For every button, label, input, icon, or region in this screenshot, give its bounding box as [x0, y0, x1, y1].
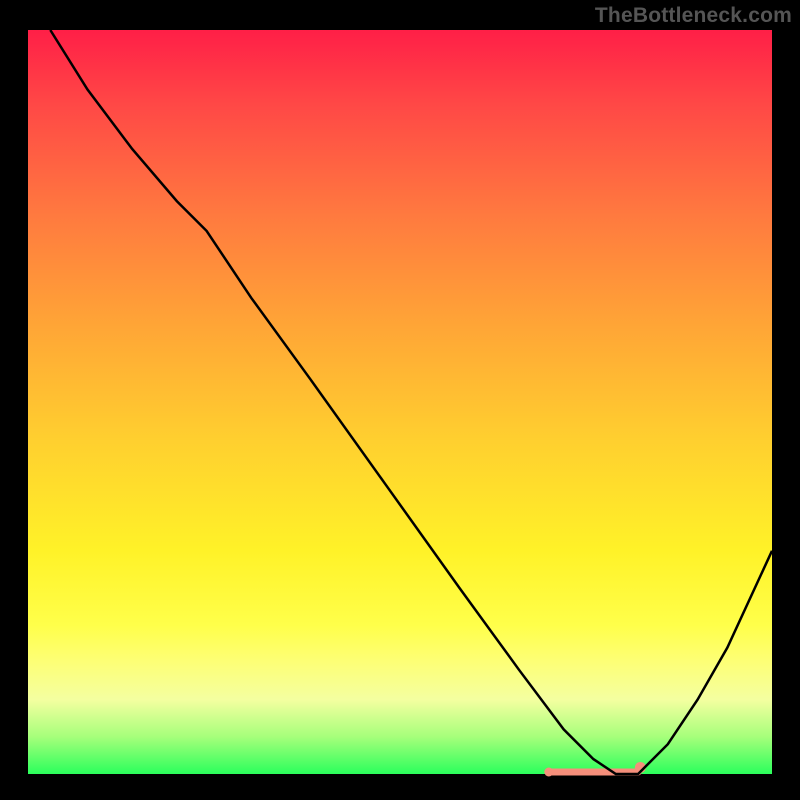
highlight-dot-start — [544, 768, 553, 777]
chart-svg — [0, 0, 800, 800]
bottleneck-curve — [50, 30, 772, 774]
chart-container: TheBottleneck.com — [0, 0, 800, 800]
watermark-text: TheBottleneck.com — [595, 4, 792, 28]
